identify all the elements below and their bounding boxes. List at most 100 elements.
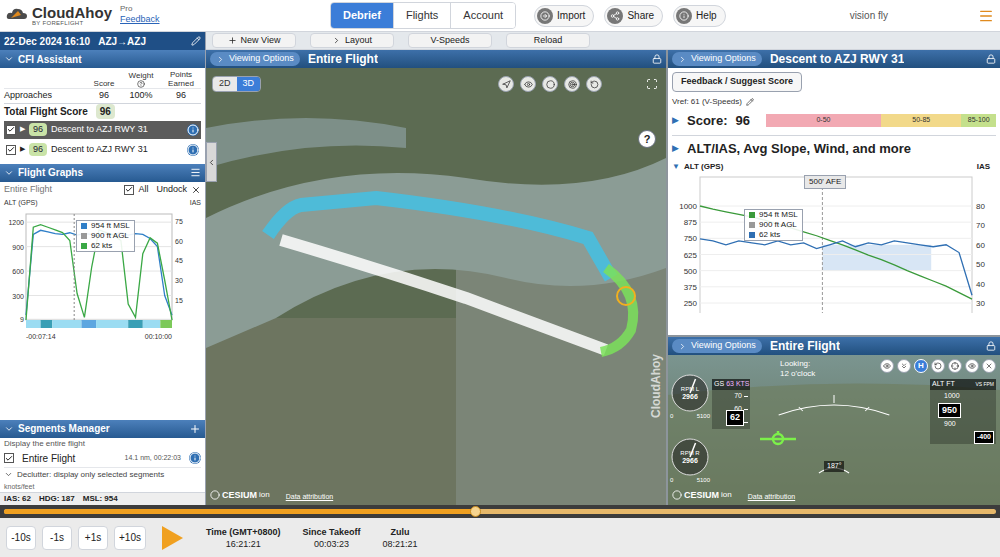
main-tab[interactable]: Debrief	[331, 3, 393, 28]
help-button[interactable]: ?	[638, 130, 656, 148]
section-title: Flight Graphs	[18, 165, 83, 180]
step-button[interactable]: +10s	[114, 526, 146, 550]
map-tool-button[interactable]	[520, 76, 536, 92]
svg-text:9: 9	[20, 316, 24, 323]
viewing-options-button[interactable]: Viewing Options	[672, 339, 762, 353]
cesium-credits: CESIUMionData attribution	[210, 489, 333, 503]
feedback-button[interactable]: Feedback / Suggest Score	[672, 72, 802, 92]
view-button[interactable]	[880, 359, 894, 373]
timeline-fill	[4, 509, 475, 514]
close-icon[interactable]	[191, 185, 201, 195]
segment-checkbox[interactable]	[6, 125, 16, 135]
step-button[interactable]: +1s	[78, 526, 108, 550]
play-icon[interactable]	[160, 525, 184, 551]
map-tool-button[interactable]	[498, 76, 514, 92]
score-expander[interactable]: ▶	[672, 114, 679, 128]
section-title: CFI Assistant	[18, 52, 82, 67]
dimension-button[interactable]: 3D	[237, 77, 261, 91]
top-button[interactable]: Import	[534, 5, 594, 27]
toolbar-button[interactable]: Layout	[310, 33, 394, 49]
step-button[interactable]: -10s	[6, 526, 36, 550]
segment-expander[interactable]: ▶	[20, 144, 25, 155]
edit-icon[interactable]	[191, 36, 201, 46]
cfi-assistant-header[interactable]: CFI Assistant	[0, 50, 205, 68]
segment-row[interactable]: ▶96Descent to AZJ RWY 31	[4, 121, 201, 139]
svg-text:600: 600	[12, 268, 24, 275]
fullscreen-icon[interactable]	[646, 78, 658, 90]
map-imagery	[206, 68, 666, 505]
view-button[interactable]	[965, 359, 979, 373]
info-icon[interactable]	[187, 144, 199, 156]
vref-link[interactable]: Vref: 61 (V-Speeds)	[672, 96, 996, 108]
svg-text:375: 375	[684, 283, 698, 292]
flight-title-bar[interactable]: 22-Dec 2024 16:10AZJ→AZJ	[0, 32, 205, 50]
declutter-row[interactable]: Declutter: display only selected segment…	[4, 468, 201, 482]
step-button[interactable]: -1s	[42, 526, 72, 550]
timeline-thumb[interactable]	[470, 506, 481, 517]
top-button[interactable]: Help	[673, 5, 726, 27]
flight-graphs-header[interactable]: Flight Graphs	[0, 164, 205, 182]
svg-text:60: 60	[976, 241, 985, 250]
view-button[interactable]	[982, 359, 996, 373]
lock-icon[interactable]	[986, 54, 996, 64]
add-icon[interactable]	[189, 423, 201, 435]
manager-segment[interactable]: Entire Flight14.1 nm, 00:22:03	[4, 450, 201, 468]
view-button[interactable]	[931, 359, 945, 373]
info-icon[interactable]	[187, 124, 199, 136]
lock-icon[interactable]	[652, 54, 662, 64]
svg-text:80: 80	[976, 202, 985, 211]
workspace: New View Layout V-Speeds Reload Viewing Opti…	[206, 32, 1000, 505]
rpm-gauge: RPM L296605100	[670, 373, 710, 420]
viewing-options-button[interactable]: Viewing Options	[210, 52, 300, 66]
view-buttons: H	[880, 359, 996, 373]
manager-checkbox[interactable]	[4, 453, 14, 463]
chevron-icon	[678, 342, 687, 351]
graph-tooltip: 954 ft MSL900 ft AGL62 kts	[76, 220, 135, 252]
chart-left-axis[interactable]: ▼ALT (GPS)	[672, 161, 723, 173]
viewing-options-button[interactable]: Viewing Options	[672, 52, 762, 66]
view-button[interactable]	[948, 359, 962, 373]
map-tool-button[interactable]	[564, 76, 580, 92]
alt-ias-chart[interactable]: 1000875750625500375250807060504030500' A…	[672, 173, 996, 313]
graphs-menu-icon[interactable]	[190, 167, 201, 178]
logo[interactable]: CloudAhoyBY FOREFLIGHTProFeedback	[0, 5, 330, 26]
toolbar-button[interactable]: V-Speeds	[408, 33, 492, 49]
menu-icon[interactable]	[978, 8, 994, 24]
clock: Time (GMT+0800)16:21:21	[206, 526, 281, 550]
main-tab[interactable]: Flights	[393, 3, 450, 28]
user-name[interactable]: vision fly	[850, 8, 888, 23]
info-icon[interactable]	[189, 452, 201, 464]
main-tab[interactable]: Account	[450, 3, 515, 28]
map-canvas[interactable]: 2D3D?CloudAhoyCESIUMionData attribution	[206, 68, 666, 505]
timeline-slider[interactable]	[4, 509, 996, 514]
flight-graph[interactable]: 120090060030097560453015-00:07:1400:10:0…	[4, 208, 201, 344]
segment-expander[interactable]: ▶	[20, 124, 25, 135]
section-header[interactable]: ▶ALT/IAS, Avg Slope, Wind, and more	[672, 135, 996, 159]
help-icon[interactable]	[137, 80, 145, 88]
toolbar-button[interactable]: Reload	[506, 33, 590, 49]
all-checkbox[interactable]	[124, 185, 134, 195]
view-icon	[968, 362, 976, 370]
lock-icon[interactable]	[986, 341, 996, 351]
cesium-logo: CESIUMion	[672, 489, 732, 503]
view-button[interactable]	[897, 359, 911, 373]
toolbar-button[interactable]: New View	[212, 33, 296, 49]
segment-row[interactable]: ▶96Descent to AZJ RWY 31	[4, 141, 201, 159]
undock-button[interactable]: Undock	[156, 183, 187, 197]
sidebar-collapse-tab[interactable]	[206, 142, 217, 182]
view-button[interactable]: H	[914, 359, 928, 373]
svg-text:40: 40	[976, 280, 985, 289]
map-tool-button[interactable]	[586, 76, 602, 92]
graph-filter[interactable]: Entire Flight	[4, 183, 120, 197]
map-tool-button[interactable]	[542, 76, 558, 92]
feedback-link[interactable]: Feedback	[120, 15, 160, 24]
attribution-link[interactable]: Data attribution	[748, 492, 795, 503]
top-button[interactable]: Share	[604, 5, 663, 27]
dimension-button[interactable]: 2D	[213, 77, 237, 91]
tool-icon	[546, 80, 555, 89]
playback-controls: -10s-1s+1s+10sTime (GMT+0800)16:21:21Sin…	[0, 518, 1000, 557]
cockpit-canvas[interactable]: Looking:12 o'clockHGS63KTS70605062RPM L2…	[668, 355, 1000, 505]
segment-checkbox[interactable]	[6, 145, 16, 155]
attribution-link[interactable]: Data attribution	[286, 492, 333, 503]
segments-manager-header[interactable]: Segments Manager	[0, 420, 205, 438]
